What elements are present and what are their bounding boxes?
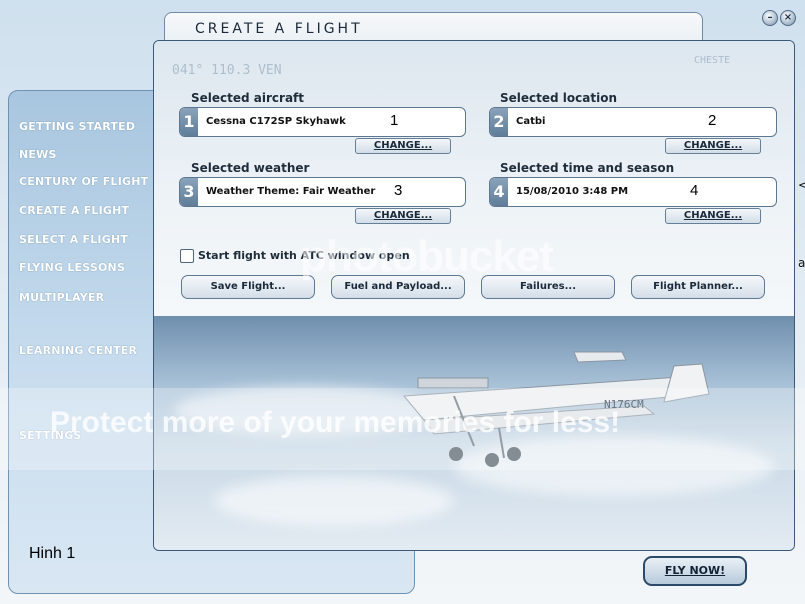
sidebar-item-news[interactable]: NEWS: [19, 148, 57, 161]
aircraft-value: Cessna C172SP Skyhawk: [206, 116, 346, 127]
aircraft-number-badge: 1: [180, 108, 198, 136]
change-time-button[interactable]: CHANGE...: [665, 208, 761, 224]
close-icon: ×: [783, 12, 793, 23]
sidebar-item-learning-center[interactable]: LEARNING CENTER: [19, 344, 137, 357]
change-location-button[interactable]: CHANGE...: [665, 138, 761, 154]
flight-planner-button[interactable]: Flight Planner...: [631, 275, 765, 299]
aircraft-label: Selected aircraft: [191, 91, 305, 105]
time-value: 15/08/2010 3:48 PM: [516, 186, 629, 197]
chart-deco-text: 041° 110.3 VEN: [172, 63, 282, 78]
sidebar-item-century-of-flight[interactable]: CENTURY OF FLIGHT: [19, 175, 148, 188]
edge-glyph-1: <: [798, 178, 805, 192]
watermark-banner-text: Protect more of your memories for less!: [50, 406, 621, 439]
change-weather-button[interactable]: CHANGE...: [355, 208, 451, 224]
chart-deco-text-2: CHESTE: [694, 55, 731, 66]
minimize-button[interactable]: –: [762, 10, 778, 26]
close-button[interactable]: ×: [780, 10, 796, 26]
time-field: 4 15/08/2010 3:48 PM 4: [489, 177, 777, 207]
time-label: Selected time and season: [500, 161, 675, 175]
aircraft-field: 1 Cessna C172SP Skyhawk 1: [179, 107, 466, 137]
weather-label: Selected weather: [191, 161, 310, 175]
sidebar-item-create-a-flight[interactable]: CREATE A FLIGHT: [19, 204, 129, 217]
aircraft-annotation: 1: [390, 112, 399, 129]
fly-now-button[interactable]: FLY NOW!: [643, 556, 747, 586]
footer-caption: Hinh 1: [29, 545, 76, 562]
time-annotation: 4: [690, 182, 699, 199]
minimize-icon: –: [767, 12, 773, 23]
page-title: CREATE A FLIGHT: [195, 21, 363, 37]
location-label: Selected location: [500, 91, 617, 105]
sidebar-item-getting-started[interactable]: GETTING STARTED: [19, 120, 135, 133]
atc-checkbox[interactable]: [180, 249, 194, 263]
weather-annotation: 3: [394, 182, 403, 199]
edge-glyph-2: a: [798, 256, 805, 270]
sidebar-item-multiplayer[interactable]: MULTIPLAYER: [19, 291, 104, 304]
location-value: Catbi: [516, 116, 546, 127]
location-number-badge: 2: [490, 108, 508, 136]
weather-number-badge: 3: [180, 178, 198, 206]
sidebar-item-select-a-flight[interactable]: SELECT A FLIGHT: [19, 233, 128, 246]
weather-field: 3 Weather Theme: Fair Weather 3: [179, 177, 466, 207]
location-field: 2 Catbi 2: [489, 107, 777, 137]
weather-value: Weather Theme: Fair Weather: [206, 186, 376, 197]
location-annotation: 2: [708, 112, 717, 129]
change-aircraft-button[interactable]: CHANGE...: [355, 138, 451, 154]
sidebar-item-flying-lessons[interactable]: FLYING LESSONS: [19, 261, 125, 274]
time-number-badge: 4: [490, 178, 508, 206]
watermark-logo: photobucket: [300, 232, 554, 281]
main-panel: 041° 110.3 VEN CHESTE Selected aircraft …: [153, 40, 795, 551]
save-flight-button[interactable]: Save Flight...: [181, 275, 315, 299]
